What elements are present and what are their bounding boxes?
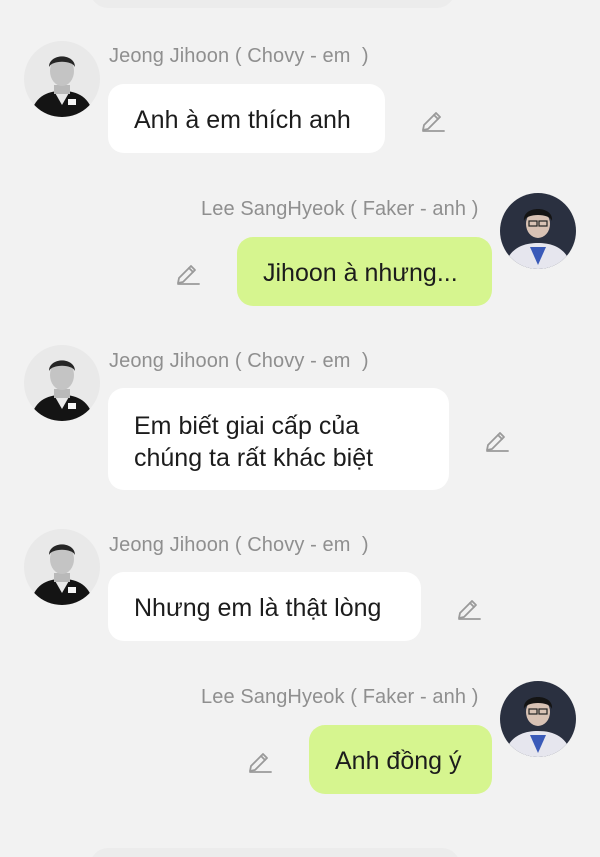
faker-avatar[interactable] [500, 681, 576, 757]
message-bubble[interactable]: Nhưng em là thật lòng [108, 572, 421, 641]
message-bubble[interactable]: Jihoon à nhưng... [237, 237, 492, 306]
pencil-edit-icon[interactable] [456, 594, 482, 620]
message-text: Anh đồng ý [335, 747, 462, 775]
sender-name: Jeong Jihoon ( Chovy - em ) [109, 534, 369, 556]
chat-screen: Jeong Jihoon ( Chovy - em ) Anh à em thí… [0, 0, 600, 857]
message-text: Nhưng em là thật lòng [134, 594, 382, 622]
pencil-edit-icon[interactable] [175, 259, 201, 285]
message-bubble[interactable]: Anh à em thích anh [108, 84, 385, 153]
chovy-avatar[interactable] [24, 41, 100, 117]
message-text: Anh à em thích anh [134, 106, 351, 134]
sender-name: Jeong Jihoon ( Chovy - em ) [109, 350, 369, 372]
pencil-edit-icon[interactable] [247, 747, 273, 773]
sender-name: Jeong Jihoon ( Chovy - em ) [109, 45, 369, 67]
message-bubble[interactable]: Em biết giai cấp của chúng ta rất khác b… [108, 388, 449, 490]
message-text-line: Em biết giai cấp của [134, 412, 360, 440]
sender-name: Lee SangHyeok ( Faker - anh ) [201, 198, 479, 220]
message-bubble[interactable]: Anh đồng ý [309, 725, 492, 794]
message-text-line: chúng ta rất khác biệt [134, 444, 374, 472]
chovy-avatar[interactable] [24, 529, 100, 605]
chovy-avatar[interactable] [24, 345, 100, 421]
message-text: Jihoon à nhưng... [263, 259, 458, 287]
next-message-bubble [90, 848, 460, 857]
faker-avatar[interactable] [500, 193, 576, 269]
sender-name: Lee SangHyeok ( Faker - anh ) [201, 686, 479, 708]
pencil-edit-icon[interactable] [420, 106, 446, 132]
previous-message-bubble [90, 0, 455, 8]
pencil-edit-icon[interactable] [484, 426, 510, 452]
